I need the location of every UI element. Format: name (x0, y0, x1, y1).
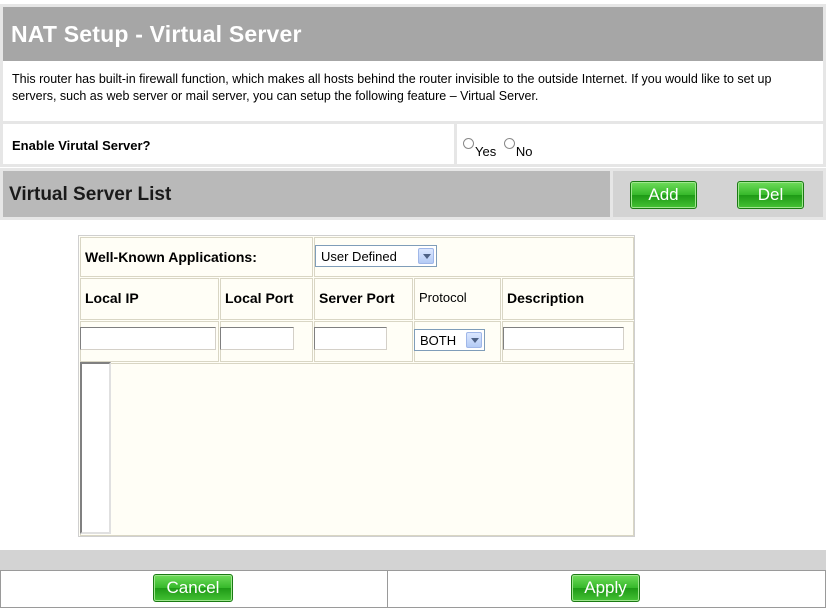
description-input[interactable] (503, 327, 624, 350)
enable-yes-radio[interactable] (463, 138, 474, 149)
virtual-server-listbox[interactable] (80, 362, 111, 534)
protocol-value: BOTH (420, 333, 457, 348)
protocol-select[interactable]: BOTH (414, 329, 485, 351)
well-known-applications-select[interactable]: User Defined (315, 245, 437, 267)
delete-button[interactable]: Del (737, 181, 804, 209)
header-local-ip: Local IP (80, 278, 219, 320)
header-server-port: Server Port (314, 278, 413, 320)
header-local-port: Local Port (220, 278, 313, 320)
header-server-port-label: Server Port (319, 290, 395, 306)
footer-divider (387, 570, 388, 608)
local-port-input[interactable] (220, 327, 294, 350)
header-description: Description (502, 278, 634, 320)
page-header: NAT Setup - Virtual Server (0, 4, 826, 61)
well-known-label-cell: Well-Known Applications: (80, 237, 313, 277)
apply-button[interactable]: Apply (571, 574, 640, 602)
page: NAT Setup - Virtual Server This router h… (0, 0, 832, 608)
local-ip-input[interactable] (80, 327, 216, 350)
enable-no-label: No (515, 144, 533, 159)
chevron-down-icon (418, 248, 434, 264)
footer-bar (0, 550, 826, 570)
page-title: NAT Setup - Virtual Server (11, 21, 302, 47)
enable-virtual-server-label: Enable Virutal Server? (12, 138, 151, 153)
row-divider (454, 124, 457, 164)
header-protocol: Protocol (414, 278, 501, 320)
cancel-button[interactable]: Cancel (153, 574, 233, 602)
virtual-server-list-title: Virtual Server List (9, 184, 172, 205)
list-title-panel: Virtual Server List (3, 171, 610, 217)
chevron-down-icon (466, 332, 482, 348)
server-port-input[interactable] (314, 327, 387, 350)
virtual-server-table: Well-Known Applications: Local IP Local … (78, 235, 635, 537)
enable-radio-group: Yes No (463, 138, 536, 159)
header-description-label: Description (507, 290, 585, 306)
footer-actions-row (0, 570, 826, 608)
well-known-label: Well-Known Applications: (85, 249, 257, 265)
enable-no-radio[interactable] (503, 138, 515, 149)
well-known-applications-value: User Defined (321, 249, 397, 264)
header-local-ip-label: Local IP (85, 290, 139, 306)
intro-text: This router has built-in firewall functi… (0, 61, 826, 124)
enable-virtual-server-row: Enable Virutal Server? Yes No (0, 124, 826, 167)
add-button[interactable]: Add (630, 181, 697, 209)
server-list-area (80, 363, 634, 536)
virtual-server-list-bar: Virtual Server List (0, 168, 826, 220)
header-protocol-label: Protocol (419, 290, 467, 305)
header-local-port-label: Local Port (225, 290, 294, 306)
enable-yes-label: Yes (475, 144, 497, 159)
